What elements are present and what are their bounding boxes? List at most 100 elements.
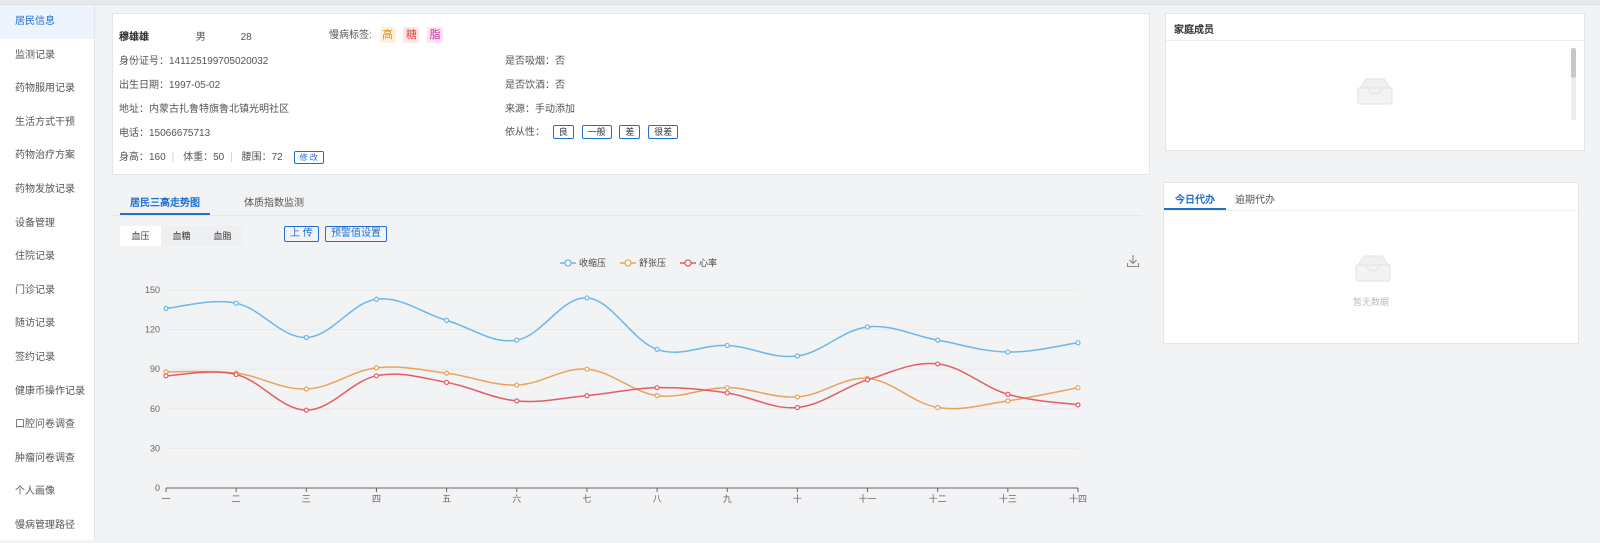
adherence: 依从性： 良 一般 差 很差 — [505, 123, 679, 139]
sidebar-item[interactable]: 个人画像 — [0, 475, 94, 509]
sidebar-item[interactable]: 肿瘤问卷调查 — [0, 442, 94, 476]
top-bar — [0, 0, 1600, 5]
sidebar-item[interactable]: 居民信息 — [0, 5, 94, 39]
sidebar-item[interactable]: 监测记录 — [0, 39, 94, 73]
tag-hypertension: 高 — [379, 27, 396, 43]
line-chart: 0 30 60 90 120 150 一 二 三 四 五 六 七 八 九 十 十一 十二 十三 十四 — [145, 285, 1087, 504]
adherence-poor[interactable]: 差 — [619, 125, 641, 139]
data-point — [303, 386, 309, 392]
series-line — [165, 366, 1079, 410]
data-point — [935, 337, 941, 343]
chronic-tags: 慢病标签: 高 糖 脂 — [329, 26, 444, 43]
address: 地址：内蒙古扎鲁特旗鲁北镇光明社区 — [119, 104, 289, 115]
sidebar-item[interactable]: 药物发放记录 — [0, 173, 94, 207]
x-tick-label: 五 — [442, 494, 451, 504]
data-point — [514, 337, 520, 343]
tag-hyperlipidemia: 脂 — [427, 27, 444, 43]
tab-today-todo[interactable]: 今日代办 — [1175, 191, 1215, 206]
data-point — [794, 394, 800, 400]
x-tick-label: 十三 — [999, 493, 1017, 504]
y-tick-label: 150 — [145, 285, 160, 295]
data-point — [303, 407, 309, 413]
resident-info-card: 穆雄雄 男 28 慢病标签: 高 糖 脂 身份证号：14112519970502… — [112, 13, 1150, 175]
data-point — [935, 404, 941, 411]
data-point — [1075, 385, 1081, 391]
weight: 体重：50 — [183, 152, 225, 163]
birth-date: 出生日期：1997-05-02 — [119, 80, 221, 91]
sidebar-item[interactable]: 设备管理 — [0, 207, 94, 241]
data-point — [1075, 402, 1081, 408]
series-line — [165, 297, 1079, 358]
data-point — [864, 377, 871, 383]
data-point — [794, 353, 800, 359]
data-point — [163, 373, 169, 379]
series-line — [165, 362, 1079, 411]
data-point — [373, 296, 380, 302]
chronic-tags-label: 慢病标签: — [329, 30, 372, 41]
sidebar-item[interactable]: 慢病管理路径 — [0, 509, 94, 543]
data-point — [1005, 349, 1011, 355]
empty-inbox-icon — [1355, 255, 1391, 282]
x-tick-label: 二 — [232, 494, 241, 504]
tag-diabetes: 糖 — [403, 27, 420, 43]
sidebar-item[interactable]: 随访记录 — [0, 307, 94, 341]
drink: 是否饮酒：否 — [505, 80, 565, 91]
data-point — [1005, 398, 1011, 404]
resident-age: 28 — [240, 32, 252, 43]
sidebar-item[interactable]: 药物治疗方案 — [0, 139, 94, 173]
id-card: 身份证号：141125199705020032 — [119, 56, 269, 67]
adherence-good[interactable]: 良 — [552, 125, 574, 139]
x-tick-label: 三 — [302, 494, 311, 504]
data-point — [654, 385, 660, 391]
adherence-fair[interactable]: 一般 — [581, 125, 612, 139]
sidebar-item[interactable]: 健康币操作记录 — [0, 375, 94, 409]
data-point — [1005, 391, 1011, 397]
edit-button[interactable]: 修 改 — [293, 151, 324, 164]
data-point — [373, 365, 380, 371]
x-tick-label: 七 — [582, 494, 591, 504]
family-title: 家庭成员 — [1174, 25, 1214, 36]
smoke: 是否吸烟：否 — [505, 56, 565, 67]
data-point — [163, 305, 169, 312]
data-point — [724, 390, 730, 396]
empty-text: 暂无数据 — [1352, 297, 1389, 307]
sidebar-item[interactable]: 口腔问卷调查 — [0, 408, 94, 442]
adherence-very-poor[interactable]: 很差 — [648, 125, 679, 139]
data-point — [514, 398, 520, 404]
data-point — [724, 385, 730, 391]
height: 身高：160 — [119, 152, 166, 163]
data-point — [935, 361, 941, 367]
data-point — [444, 370, 450, 376]
sidebar-item[interactable]: 门诊记录 — [0, 274, 94, 308]
data-point — [373, 373, 380, 379]
y-tick-label: 120 — [145, 325, 160, 335]
todo-card: 今日代办 逾期代办 暂无数据 — [1163, 182, 1579, 344]
data-point — [233, 300, 239, 306]
sidebar-item[interactable]: 生活方式干预 — [0, 106, 94, 140]
empty-inbox-icon — [1357, 78, 1393, 105]
resident-name: 穆雄雄 — [119, 32, 149, 43]
divider — [1164, 210, 1578, 211]
adherence-label: 依从性： — [505, 127, 545, 138]
sidebar-item[interactable]: 住院记录 — [0, 240, 94, 274]
x-tick-label: 九 — [723, 494, 732, 504]
scrollbar-thumb[interactable] — [1571, 48, 1576, 78]
data-point — [654, 393, 660, 399]
y-tick-label: 90 — [150, 364, 160, 374]
x-tick-label: 十 — [793, 493, 802, 504]
family-members-card: 家庭成员 — [1165, 13, 1585, 151]
data-point — [444, 317, 450, 323]
divider — [1166, 40, 1584, 41]
sidebar: 居民信息 监测记录 药物服用记录 生活方式干预 药物治疗方案 药物发放记录 设备管理 住院记录… — [0, 5, 95, 540]
sidebar-item[interactable]: 药物服用记录 — [0, 72, 94, 106]
data-point — [864, 324, 871, 330]
data-point — [584, 366, 590, 372]
y-tick-label: 30 — [150, 443, 160, 453]
trend-chart-panel: 居民三高走势图 体质指数监测 血压 血糖 血脂 上 传 预警值设置 收缩压 舒张压… — [112, 182, 1150, 537]
sidebar-item[interactable]: 签约记录 — [0, 341, 94, 375]
data-point — [584, 295, 590, 301]
x-tick-label: 十四 — [1069, 493, 1087, 504]
phone: 电话：15066675713 — [119, 128, 211, 139]
tab-overdue-todo[interactable]: 逾期代办 — [1235, 191, 1275, 206]
y-tick-label: 60 — [150, 404, 160, 414]
